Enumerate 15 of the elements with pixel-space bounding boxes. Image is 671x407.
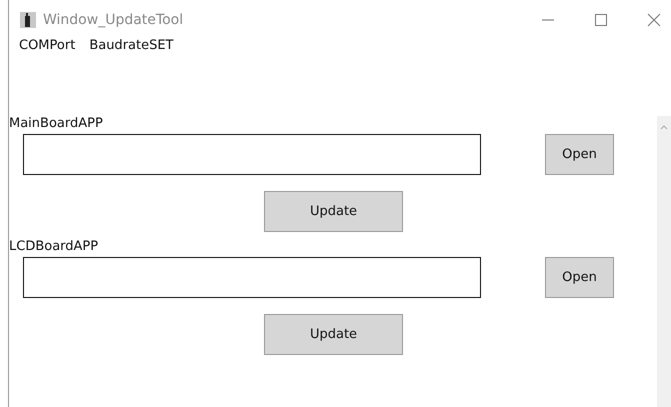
field-label: LCDBoardAPP xyxy=(9,239,100,255)
update-button[interactable]: Update xyxy=(264,314,403,355)
close-icon[interactable] xyxy=(647,13,661,27)
maximize-icon[interactable] xyxy=(594,13,608,27)
menu-item[interactable]: COMPort xyxy=(19,38,76,53)
update-button[interactable]: Update xyxy=(264,191,403,232)
file-path-field[interactable] xyxy=(23,257,481,298)
field-label: MainBoardAPP xyxy=(9,116,104,132)
menu-item[interactable]: BaudrateSET xyxy=(89,38,174,53)
app-icon xyxy=(20,12,36,28)
open-button[interactable]: Open xyxy=(545,257,614,298)
window-title: Window_UpdateTool xyxy=(43,12,184,28)
scrollbar[interactable] xyxy=(657,116,671,407)
file-path-field[interactable] xyxy=(23,134,481,175)
open-button[interactable]: Open xyxy=(545,134,614,175)
